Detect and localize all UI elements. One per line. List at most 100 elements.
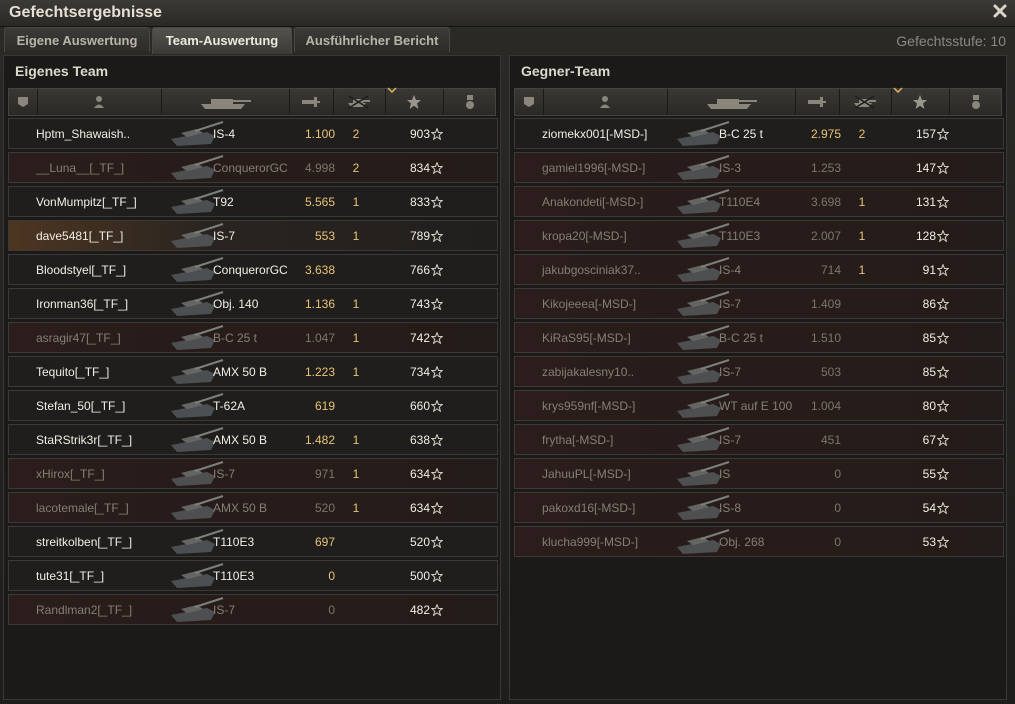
experience-star-icon <box>937 400 949 412</box>
player-row[interactable]: __Luna__[_TF_] ConquerorGC 4.998 2 834 <box>8 152 498 183</box>
experience-star-icon <box>937 128 949 140</box>
player-row[interactable]: gamiel1996[-MSD-] IS-3 1.253 147 <box>514 152 1004 183</box>
damage-value: 1.409 <box>810 297 841 311</box>
experience-value: 833 <box>409 195 430 209</box>
kills-value <box>855 289 869 318</box>
player-row[interactable]: Tequito[_TF_] AMX 50 B 1.223 1 734 <box>8 356 498 387</box>
player-row[interactable]: streitkolben[_TF_] T110E3 697 520 <box>8 526 498 557</box>
experience-star-icon[interactable] <box>385 87 444 115</box>
platoon-icon[interactable] <box>9 89 38 115</box>
vehicle-name: IS-7 <box>719 365 742 379</box>
player-row[interactable]: Hptm_Shawaish.. IS-4 1.100 2 903 <box>8 118 498 149</box>
damage-icon[interactable] <box>289 89 334 115</box>
experience-value: 520 <box>409 535 430 549</box>
damage-value: 520 <box>314 501 335 515</box>
vehicle-name: IS-7 <box>213 229 236 243</box>
kills-value: 1 <box>352 297 360 311</box>
tank-icon[interactable] <box>161 89 290 115</box>
tab-ausfuehrlicher-bericht[interactable]: Ausführlicher Bericht <box>294 27 450 52</box>
player-name: Randlman2[_TF_] <box>36 603 133 617</box>
kills-value <box>855 527 869 556</box>
damage-icon[interactable] <box>795 89 840 115</box>
experience-value: 91 <box>922 263 936 277</box>
platoon-icon[interactable] <box>515 89 544 115</box>
player-row[interactable]: Bloodstyel[_TF_] ConquerorGC 3.638 766 <box>8 254 498 285</box>
damage-value: 971 <box>314 467 335 481</box>
enemy-team-column-header <box>514 87 1003 116</box>
kills-value: 1 <box>858 195 866 209</box>
player-row[interactable]: pakoxd16[-MSD-] IS-8 0 54 <box>514 492 1004 523</box>
vehicle-name: IS-7 <box>719 297 742 311</box>
player-name: xHirox[_TF_] <box>36 467 105 481</box>
kills-icon[interactable] <box>839 89 892 115</box>
player-row[interactable]: tute31[_TF_] T110E3 0 500 <box>8 560 498 591</box>
experience-star-icon <box>937 502 949 514</box>
player-name: asragir47[_TF_] <box>36 331 121 345</box>
player-row[interactable]: StaRStrik3r[_TF_] AMX 50 B 1.482 1 638 <box>8 424 498 455</box>
damage-value: 0 <box>328 603 335 617</box>
player-row[interactable]: jakubgosciniak37.. IS-4 714 1 91 <box>514 254 1004 285</box>
player-row[interactable]: xHirox[_TF_] IS-7 971 1 634 <box>8 458 498 489</box>
experience-star-icon[interactable] <box>891 87 950 115</box>
player-icon[interactable] <box>37 89 162 115</box>
tank-icon[interactable] <box>667 89 796 115</box>
experience-star-icon <box>431 332 443 344</box>
close-icon[interactable] <box>991 2 1009 20</box>
player-row[interactable]: Randlman2[_TF_] IS-7 0 482 <box>8 594 498 625</box>
kills-value <box>349 595 363 624</box>
player-row[interactable]: Ironman36[_TF_] Obj. 140 1.136 1 743 <box>8 288 498 319</box>
medal-icon[interactable] <box>443 89 497 115</box>
player-row[interactable]: dave5481[_TF_] IS-7 553 1 789 <box>8 220 498 251</box>
kills-value: 2 <box>858 127 866 141</box>
vehicle-name: B-C 25 t <box>719 331 764 345</box>
kills-value <box>349 561 363 590</box>
player-row[interactable]: kropa20[-MSD-] T110E3 2.007 1 128 <box>514 220 1004 251</box>
own-team-panel: Eigenes Team Hptm_Shawaish.. IS-4 1.100 2 90… <box>3 55 501 700</box>
player-row[interactable]: zabijakalesny10.. IS-7 503 85 <box>514 356 1004 387</box>
experience-value: 53 <box>922 535 936 549</box>
vehicle-name: ConquerorGC <box>213 263 288 277</box>
damage-value: 1.223 <box>304 365 335 379</box>
damage-value: 2.975 <box>810 127 841 141</box>
kills-icon[interactable] <box>333 89 386 115</box>
vehicle-name: T-62A <box>213 399 246 413</box>
player-row[interactable]: Stefan_50[_TF_] T-62A 619 660 <box>8 390 498 421</box>
vehicle-name: IS-3 <box>719 161 742 175</box>
damage-value: 1.004 <box>810 399 841 413</box>
player-icon[interactable] <box>543 89 668 115</box>
vehicle-name: T110E3 <box>719 229 761 243</box>
player-row[interactable]: Kikojeeea[-MSD-] IS-7 1.409 86 <box>514 288 1004 319</box>
medal-icon[interactable] <box>949 89 1003 115</box>
experience-star-icon <box>431 230 443 242</box>
player-name: Stefan_50[_TF_] <box>36 399 126 413</box>
player-row[interactable]: ziomekx001[-MSD-] B-C 25 t 2.975 2 157 <box>514 118 1004 149</box>
player-row[interactable]: frytha[-MSD-] IS-7 451 67 <box>514 424 1004 455</box>
player-name: frytha[-MSD-] <box>542 433 614 447</box>
damage-value: 2.007 <box>810 229 841 243</box>
player-row[interactable]: Anakondeti[-MSD-] T110E4 3.698 1 131 <box>514 186 1004 217</box>
vehicle-name: IS-7 <box>213 603 236 617</box>
player-row[interactable]: asragir47[_TF_] B-C 25 t 1.047 1 742 <box>8 322 498 353</box>
damage-value: 0 <box>834 535 841 549</box>
vehicle-name: IS-4 <box>719 263 742 277</box>
player-row[interactable]: KiRaS95[-MSD-] B-C 25 t 1.510 85 <box>514 322 1004 353</box>
player-row[interactable]: JahuuPL[-MSD-] IS 0 55 <box>514 458 1004 489</box>
experience-star-icon <box>431 298 443 310</box>
player-row[interactable]: lacotemale[_TF_] AMX 50 B 520 1 634 <box>8 492 498 523</box>
experience-value: 482 <box>409 603 430 617</box>
player-row[interactable]: krys959nf[-MSD-] WT auf E 100 1.004 80 <box>514 390 1004 421</box>
player-name: pakoxd16[-MSD-] <box>542 501 636 515</box>
player-name: Hptm_Shawaish.. <box>36 127 131 141</box>
kills-value <box>855 493 869 522</box>
experience-star-icon <box>431 604 443 616</box>
vehicle-name: ConquerorGC <box>213 161 288 175</box>
kills-value: 1 <box>352 467 360 481</box>
player-row[interactable]: klucha999[-MSD-] Obj. 268 0 53 <box>514 526 1004 557</box>
damage-value: 1.136 <box>304 297 335 311</box>
experience-value: 131 <box>915 195 936 209</box>
tab-eigene-auswertung[interactable]: Eigene Auswertung <box>4 27 150 52</box>
experience-value: 157 <box>915 127 936 141</box>
player-row[interactable]: VonMumpitz[_TF_] T92 5.565 1 833 <box>8 186 498 217</box>
player-name: krys959nf[-MSD-] <box>542 399 636 413</box>
tab-team-auswertung[interactable]: Team-Auswertung <box>152 27 292 54</box>
